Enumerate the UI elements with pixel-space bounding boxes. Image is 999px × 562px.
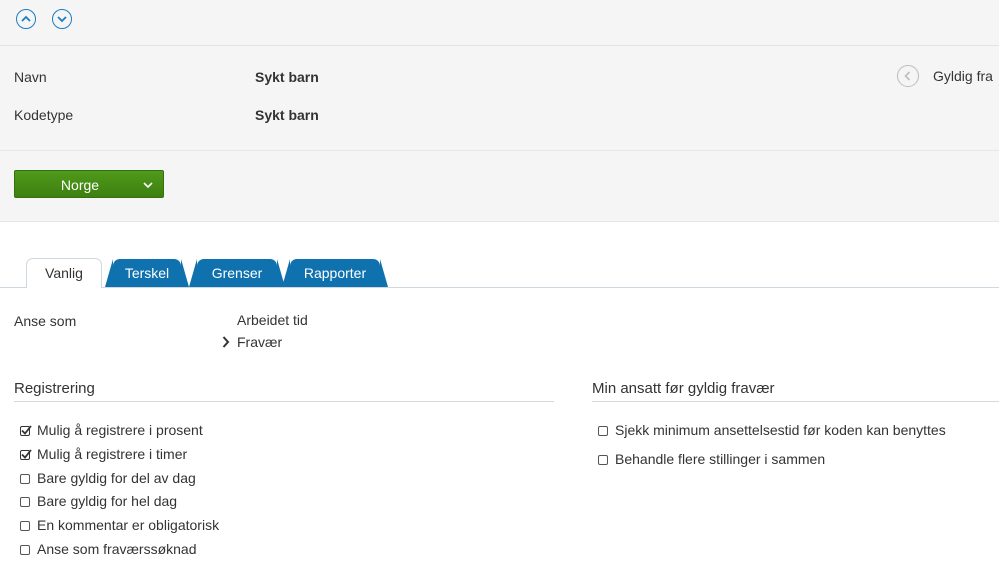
- country-area: Norge: [0, 151, 999, 222]
- country-dropdown-button[interactable]: Norge: [14, 170, 164, 198]
- codetype-value: Sykt barn: [255, 107, 319, 123]
- checkbox-icon[interactable]: [20, 474, 30, 484]
- chevron-up-circle-icon[interactable]: [16, 9, 36, 29]
- info-panel: Navn Sykt barn Kodetype Sykt barn Gyldig…: [0, 46, 999, 151]
- valid-from-text: Gyldig fra: [933, 68, 993, 84]
- checkbox-icon[interactable]: [20, 545, 30, 555]
- tab-terskel[interactable]: Terskel: [105, 259, 189, 287]
- treat-as-option-absence[interactable]: Fravær: [237, 334, 282, 350]
- checkbox-icon[interactable]: [20, 497, 30, 507]
- top-toolbar: [0, 0, 999, 46]
- checkbox-checked-icon[interactable]: [20, 425, 32, 436]
- min-employment-title: Min ansatt før gyldig fravær: [592, 380, 775, 397]
- valid-from-selector: Gyldig fra: [897, 65, 999, 89]
- min-employment-divider: [592, 401, 999, 402]
- chevron-down-icon: [143, 182, 153, 189]
- chevron-left-circle-icon[interactable]: [897, 65, 919, 87]
- tab-vanlig[interactable]: Vanlig: [26, 258, 102, 288]
- tab-divider: [0, 287, 999, 288]
- tab-rapporter[interactable]: Rapporter: [282, 259, 388, 287]
- treat-as-label: Anse som: [14, 313, 77, 329]
- checkbox-icon[interactable]: [598, 455, 608, 465]
- codetype-label: Kodetype: [14, 107, 74, 123]
- checkbox-checked-icon[interactable]: [20, 449, 32, 460]
- country-label: Norge: [60, 177, 100, 193]
- registration-title: Registrering: [14, 380, 95, 397]
- treat-as-option-worked-time[interactable]: Arbeidet tid: [237, 312, 308, 328]
- name-label: Navn: [14, 69, 47, 85]
- tab-bar: Vanlig Terskel Grenser Rapporter: [0, 256, 999, 288]
- chevron-right-icon: [222, 336, 230, 348]
- checkbox-icon[interactable]: [598, 426, 608, 436]
- chevron-down-circle-icon[interactable]: [52, 9, 72, 29]
- name-value: Sykt barn: [255, 69, 319, 85]
- checkbox-icon[interactable]: [20, 521, 30, 531]
- registration-divider: [14, 401, 554, 402]
- tab-grenser[interactable]: Grenser: [189, 259, 285, 287]
